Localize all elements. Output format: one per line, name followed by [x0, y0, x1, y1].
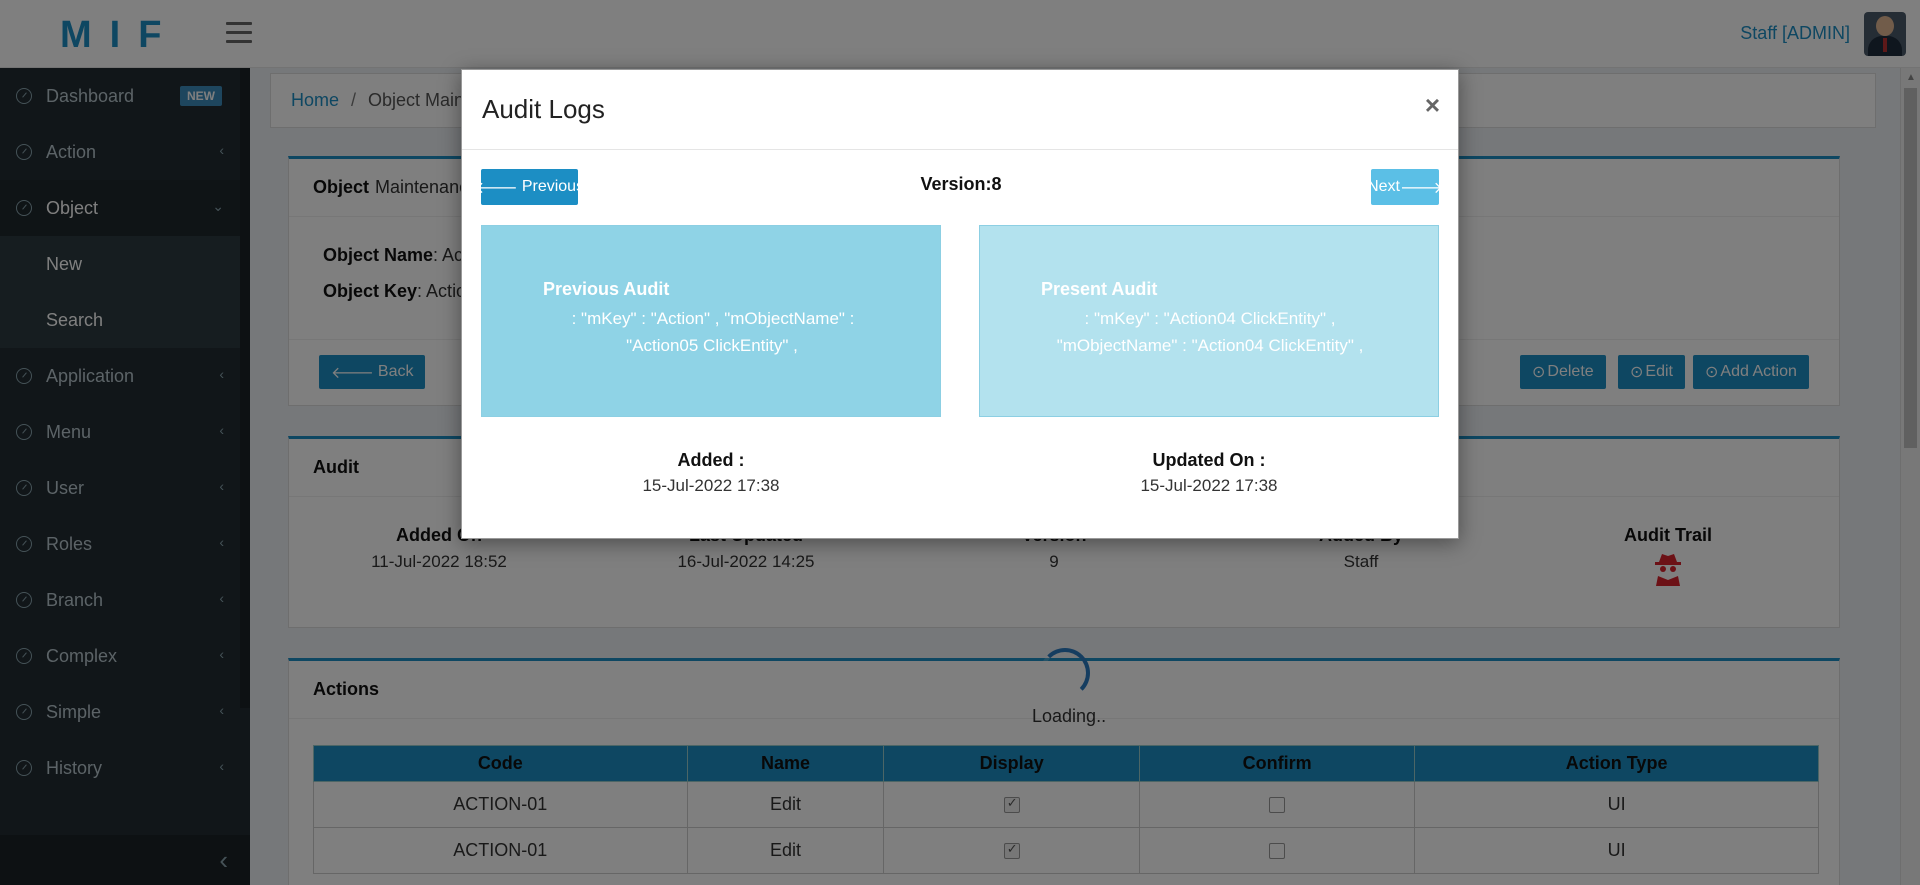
modal-title: Audit Logs [482, 94, 605, 124]
previous-audit-line: "Action05 ClickEntity" , [626, 336, 798, 355]
added-label: Added : [677, 450, 745, 470]
audit-logs-modal: Audit Logs × 🡐 Previous Version:8 Next 🡒… [461, 69, 1459, 539]
present-audit-line: : "mKey" : "Action04 ClickEntity" , [1084, 309, 1336, 328]
added-meta: Added : 15-Jul-2022 17:38 [481, 450, 941, 496]
present-audit-panel: Present Audit : "mKey" : "Action04 Click… [979, 225, 1439, 417]
present-audit-line: "mObjectName" : "Action04 ClickEntity" , [1056, 336, 1364, 355]
updated-label: Updated On : [1152, 450, 1266, 470]
updated-value: 15-Jul-2022 17:38 [1140, 476, 1278, 495]
close-icon[interactable]: × [1425, 90, 1440, 121]
arrow-right-icon: 🡒 [1400, 179, 1443, 197]
modal-header: Audit Logs × [462, 70, 1458, 150]
next-button[interactable]: Next 🡒 [1367, 169, 1443, 205]
added-value: 15-Jul-2022 17:38 [642, 476, 780, 495]
previous-audit-line: : "mKey" : "Action" , "mObjectName" : [571, 309, 855, 328]
present-audit-content: : "mKey" : "Action04 ClickEntity" , "mOb… [980, 305, 1440, 359]
version-label: Version:8 [920, 174, 1002, 194]
previous-audit-content: : "mKey" : "Action" , "mObjectName" : "A… [482, 305, 942, 359]
previous-audit-title: Previous Audit [543, 279, 670, 299]
present-audit-title: Present Audit [1041, 279, 1158, 299]
updated-meta: Updated On : 15-Jul-2022 17:38 [979, 450, 1439, 496]
next-button-label: Next [1367, 178, 1400, 195]
previous-audit-panel: Previous Audit : "mKey" : "Action" , "mO… [481, 225, 941, 417]
